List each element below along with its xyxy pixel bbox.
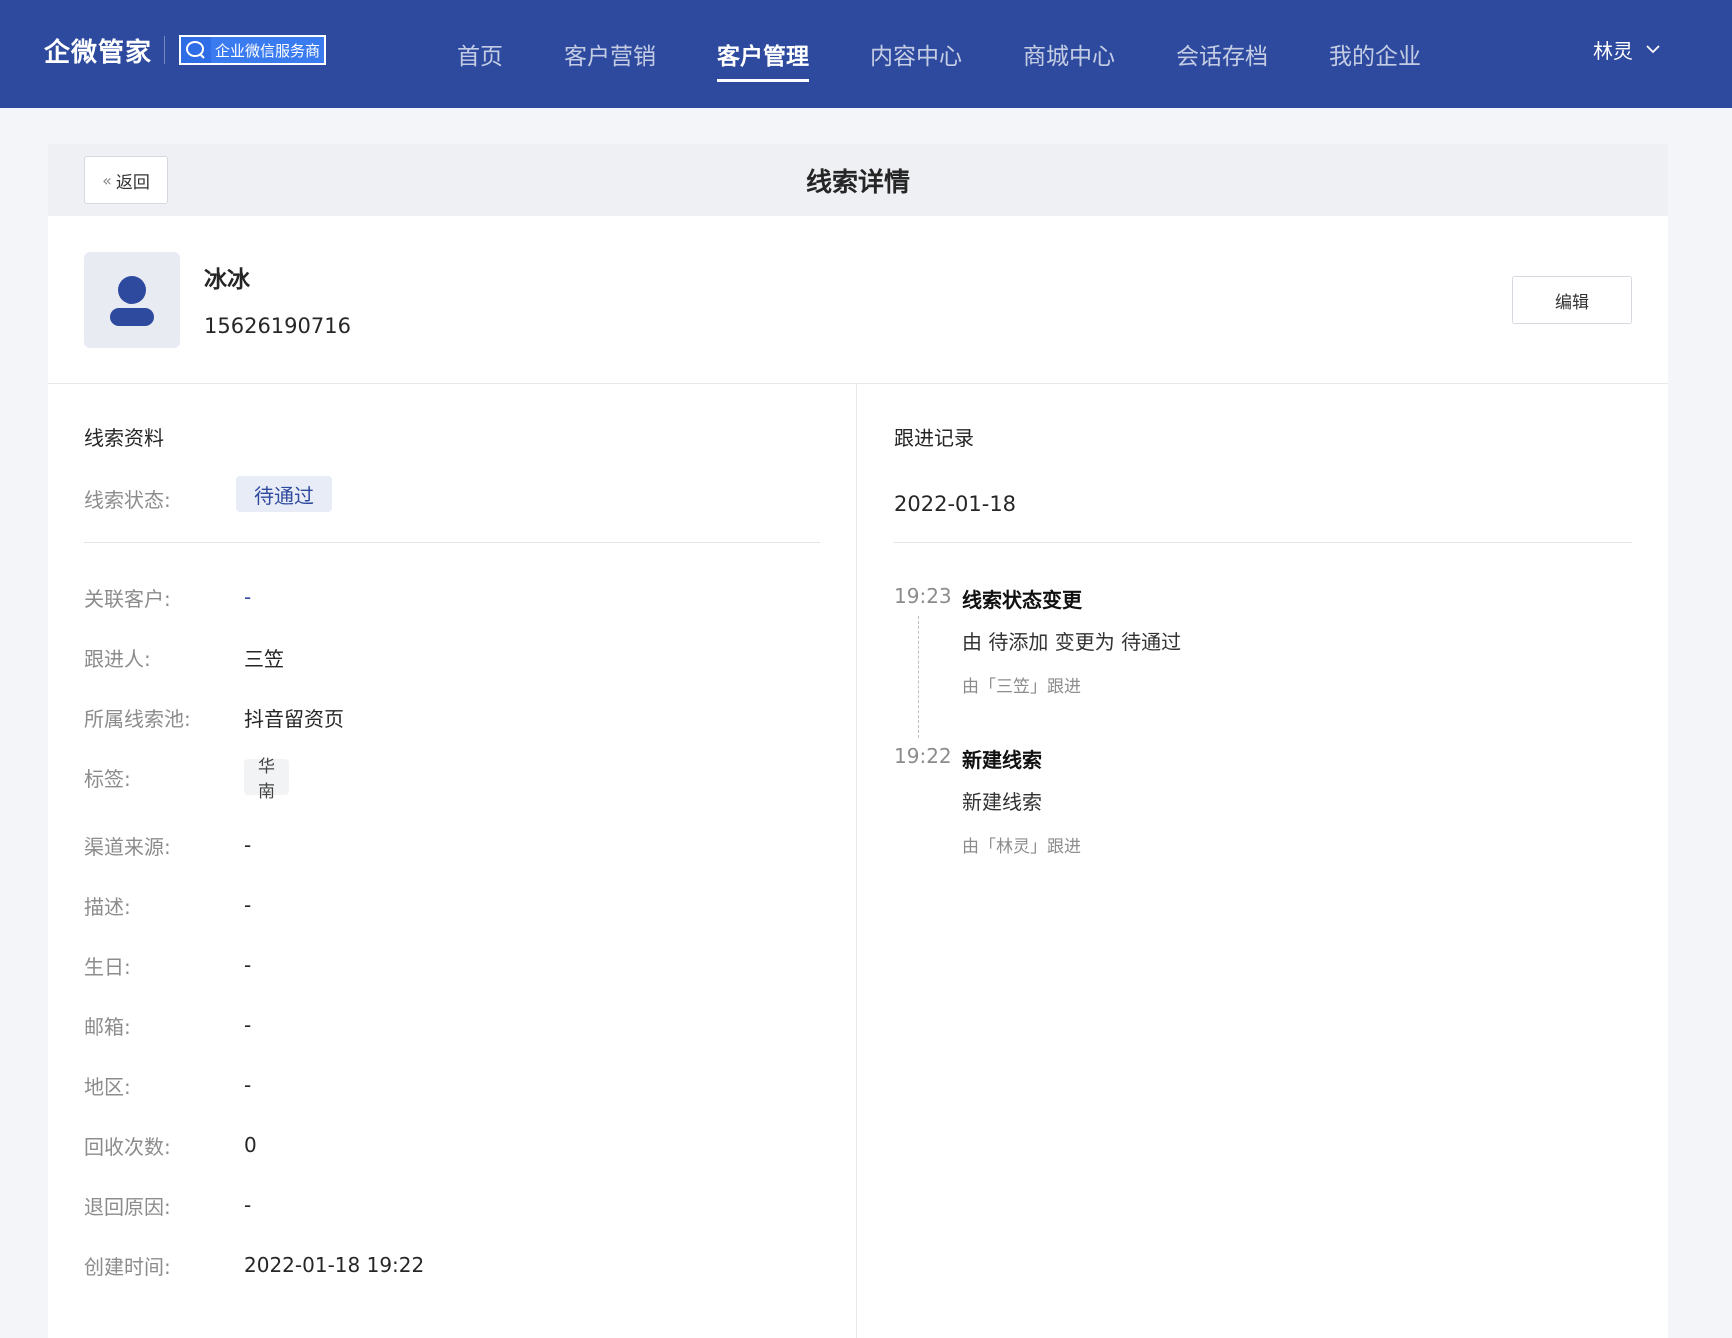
top-navbar: 企微管家 企业微信服务商 首页 客户营销 客户管理 内容中心 商城中心 会话存档… [0,0,1732,108]
field-follower: 跟进人: 三笠 [84,642,284,672]
user-icon [118,276,146,304]
field-email: 邮箱: - [84,1010,251,1040]
timeline-title: 线索状态变更 [962,588,1082,612]
field-label: 地区: [84,1074,131,1099]
nav-content-center[interactable]: 内容中心 [870,0,962,108]
field-birthday: 生日: - [84,950,251,980]
tag-chip: 华南 [244,757,289,802]
linked-customer-link[interactable]: - [244,585,251,609]
lead-status-label: 线索状态: [84,487,171,512]
field-value: - [244,1073,252,1097]
user-icon-body [110,308,154,326]
field-label: 渠道来源: [84,834,171,859]
field-value: 三笠 [244,646,284,671]
back-button-label: 返回 [115,172,150,193]
edit-button[interactable]: 编辑 [1512,276,1632,324]
brand-badge-text: 企业微信服务商 [211,37,325,63]
field-value: 抖音留资页 [244,706,344,731]
timeline-desc: 由 待添加 变更为 待通过 [962,630,1182,654]
field-label: 描述: [84,894,131,919]
nav-home[interactable]: 首页 [457,0,503,108]
lead-info-title: 线索资料 [84,426,164,450]
field-label: 回收次数: [84,1134,171,1159]
user-menu[interactable]: 林灵 [1593,34,1661,64]
lead-name: 冰冰 [204,267,250,293]
nav-customer-management[interactable]: 客户管理 [717,0,809,108]
back-button[interactable]: « 返回 [84,156,168,204]
field-value: - [244,893,252,917]
field-label: 生日: [84,954,131,979]
field-label: 所属线索池: [84,706,191,731]
field-recycle-count: 回收次数: 0 [84,1130,257,1160]
field-return-reason: 退回原因: - [84,1190,251,1220]
nav-customer-marketing[interactable]: 客户营销 [564,0,656,108]
timeline-time: 19:22 [894,744,952,768]
timeline-connector [918,616,919,738]
followup-title: 跟进记录 [894,426,974,450]
field-linked-customer: 关联客户: - [84,582,251,612]
user-name: 林灵 [1593,38,1633,63]
field-description: 描述: - [84,890,251,920]
chevron-down-icon [1646,45,1660,54]
card-header: 线索详情 « 返回 [48,144,1668,216]
field-tags: 标签: 华南 [84,757,289,802]
divider [894,542,1632,543]
status-badge: 待通过 [236,476,332,512]
timeline-by: 由「三笠」跟进 [962,677,1081,697]
lead-phone: 15626190716 [204,314,351,338]
field-label: 退回原因: [84,1194,171,1219]
lead-status-row: 线索状态: [84,480,171,516]
field-value: - [244,833,252,857]
nav-chat-archive[interactable]: 会话存档 [1176,0,1268,108]
nav-my-enterprise[interactable]: 我的企业 [1329,0,1421,108]
divider [84,542,820,543]
chat-bubble-icon [181,37,212,63]
field-label: 关联客户: [84,586,171,611]
field-lead-pool: 所属线索池: 抖音留资页 [84,702,344,732]
timeline-desc: 新建线索 [962,790,1042,814]
timeline-title: 新建线索 [962,748,1042,772]
double-chevron-left-icon: « [102,170,112,190]
brand-badge: 企业微信服务商 [179,35,327,65]
nav-mall-center[interactable]: 商城中心 [1023,0,1115,108]
avatar [84,252,180,348]
brand-name: 企微管家 [44,37,153,68]
field-value: 2022-01-18 19:22 [244,1253,425,1277]
field-label: 邮箱: [84,1014,131,1039]
lead-profile: 冰冰 15626190716 编辑 [48,216,1668,384]
brand-divider [164,36,166,64]
field-value: - [244,1193,252,1217]
followup-date: 2022-01-18 [894,492,1017,516]
field-channel-source: 渠道来源: - [84,830,251,860]
field-label: 标签: [84,766,131,791]
timeline-by: 由「林灵」跟进 [962,837,1081,857]
field-value: 0 [244,1133,257,1157]
field-label: 跟进人: [84,646,151,671]
field-value: - [244,1013,252,1037]
lead-detail-card: 线索详情 « 返回 冰冰 15626190716 编辑 线索资料 线索状态: 待… [48,144,1668,1338]
brand[interactable]: 企微管家 企业微信服务商 [44,30,327,70]
field-label: 创建时间: [84,1254,171,1279]
field-value: - [244,953,252,977]
page-title: 线索详情 [805,167,910,198]
field-region: 地区: - [84,1070,251,1100]
main-nav: 首页 客户营销 客户管理 内容中心 商城中心 会话存档 我的企业 [457,0,1482,108]
field-created-time: 创建时间: 2022-01-18 19:22 [84,1250,424,1280]
column-divider [856,384,857,1338]
timeline-time: 19:23 [894,584,952,608]
